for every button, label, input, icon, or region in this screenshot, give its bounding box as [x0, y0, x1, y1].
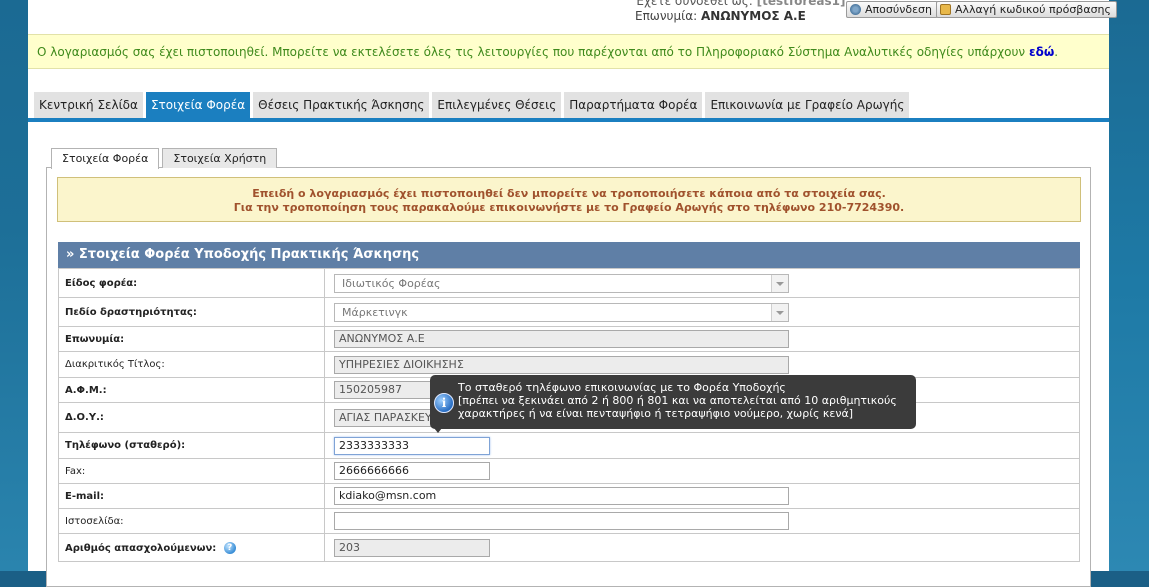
phone-field[interactable]: 2333333333 [334, 436, 490, 455]
background-right [1109, 0, 1149, 571]
notice-text: Ο λογαριασμός σας έχει πιστοποιηθεί. Μπο… [37, 45, 1026, 59]
sub-tabs: Στοιχεία Φορέα Στοιχεία Χρήστη [51, 148, 278, 169]
form-row-fax: Fax: 2666666666 [58, 458, 1080, 484]
change-password-button[interactable]: Αλλαγή κωδικού πρόσβασης [936, 1, 1117, 18]
form-row-title: Διακριτικός Τίτλος: ΥΠΗΡΕΣΙΕΣ ΔΙΟΙΚΗΣΗΣ [58, 351, 1080, 378]
certification-notice: Ο λογαριασμός σας έχει πιστοποιηθεί. Μπο… [28, 34, 1109, 69]
key-icon [940, 4, 951, 15]
warning-line-2: Για την τροποποίηση τους παρακαλούμε επι… [233, 201, 905, 214]
change-password-label: Αλλαγή κωδικού πρόσβασης [955, 3, 1111, 16]
tooltip-line-1: Το σταθερό τηλέφωνο επικοινωνίας με το Φ… [458, 381, 786, 394]
notice-suffix: . [1054, 45, 1059, 59]
tab-internship-positions[interactable]: Θέσεις Πρακτικής Άσκησης [253, 92, 430, 118]
phone-tooltip: i Το σταθερό τηλέφωνο επικοινωνίας με το… [430, 375, 916, 433]
form-row-phone: Τηλέφωνο (σταθερό): 2333333333 [58, 432, 1080, 459]
tab-underline [28, 118, 1109, 122]
name-label: Επωνυμία: [58, 326, 325, 352]
phone-label: Τηλέφωνο (σταθερό): [58, 432, 325, 459]
form-row-employees: Αριθμός απασχολούμενων: ? 203 [58, 533, 1080, 562]
tab-organization-details[interactable]: Στοιχεία Φορέα [145, 92, 251, 118]
employees-field[interactable]: 203 [334, 538, 490, 557]
tab-helpdesk-contact[interactable]: Επικοινωνία με Γραφείο Αρωγής [705, 92, 910, 118]
chevron-down-icon [771, 274, 788, 292]
email-field[interactable]: kdiako@msn.com [334, 487, 789, 505]
info-icon: i [434, 393, 454, 413]
activity-field-value: Μάρκετινγκ [342, 305, 408, 319]
header: Έχετε συνδεθεί ως: [testforeas1] Επωνυμί… [28, 0, 1117, 30]
afm-label: Α.Φ.Μ.: [58, 377, 325, 403]
modification-warning: Επειδή ο λογαριασμός έχει πιστοποιηθεί δ… [57, 177, 1081, 222]
organization-type-value: Ιδιωτικός Φορέας [342, 276, 441, 290]
login-user: [testforeas1] [756, 0, 846, 8]
logout-button[interactable]: Αποσύνδεση [846, 1, 938, 18]
form-row-website: Ιστοσελίδα: [58, 508, 1080, 534]
distinctive-title-field[interactable]: ΥΠΗΡΕΣΙΕΣ ΔΙΟΙΚΗΣΗΣ [334, 355, 789, 374]
tab-branches[interactable]: Παραρτήματα Φορέα [564, 92, 703, 118]
tooltip-line-3: χαρακτήρες ή να είναι πενταψήφιο ή τετρα… [458, 407, 854, 420]
subtab-organization-details[interactable]: Στοιχεία Φορέα [51, 148, 160, 169]
logout-label: Αποσύνδεση [865, 3, 932, 16]
company-name-field[interactable]: ΑΝΩΝΥΜΟΣ Α.Ε [334, 330, 789, 348]
form-row-type: Είδος φορέα: Ιδιωτικός Φορέας [58, 268, 1080, 298]
doy-label: Δ.Ο.Υ.: [58, 402, 325, 433]
activity-field-select[interactable]: Μάρκετινγκ [334, 302, 789, 322]
section-title: » Στοιχεία Φορέα Υποδοχής Πρακτικής Άσκη… [58, 242, 1080, 268]
tooltip-line-2: [πρέπει να ξεκινάει από 2 ή 800 ή 801 κα… [458, 394, 897, 407]
page: Έχετε συνδεθεί ως: [testforeas1] Επωνυμί… [28, 0, 1117, 587]
tab-home[interactable]: Κεντρική Σελίδα [34, 92, 143, 118]
logout-icon [850, 4, 861, 15]
company-name-info: Επωνυμία: ΑΝΩΝΥΜΟΣ Α.Ε [635, 9, 806, 23]
fax-label: Fax: [58, 458, 325, 484]
main-tabs: Κεντρική Σελίδα Στοιχεία Φορέα Θέσεις Πρ… [34, 92, 910, 118]
tab-selected-positions[interactable]: Επιλεγμένες Θέσεις [432, 92, 562, 118]
tooltip-pointer [434, 428, 442, 433]
title-label: Διακριτικός Τίτλος: [58, 351, 325, 378]
login-prefix: Έχετε συνδεθεί ως: [635, 0, 753, 8]
employees-label: Αριθμός απασχολούμενων: [65, 542, 217, 554]
activity-label: Πεδίο δραστηριότητας: [58, 297, 325, 327]
login-info: Έχετε συνδεθεί ως: [testforeas1] [635, 0, 846, 8]
help-icon[interactable]: ? [223, 541, 236, 554]
email-label: E-mail: [58, 483, 325, 509]
company-name-value: ΑΝΩΝΥΜΟΣ Α.Ε [700, 9, 806, 23]
organization-type-select[interactable]: Ιδιωτικός Φορέας [334, 273, 789, 293]
chevron-down-icon [771, 303, 788, 321]
website-label: Ιστοσελίδα: [58, 508, 325, 534]
type-label: Είδος φορέα: [58, 268, 325, 298]
subtab-user-details[interactable]: Στοιχεία Χρήστη [162, 148, 278, 168]
company-name-prefix: Επωνυμία: [635, 9, 698, 23]
form-row-email: E-mail: kdiako@msn.com [58, 483, 1080, 509]
form-row-name: Επωνυμία: ΑΝΩΝΥΜΟΣ Α.Ε [58, 326, 1080, 352]
fax-field[interactable]: 2666666666 [334, 462, 490, 480]
background-left [0, 0, 28, 571]
form-row-activity: Πεδίο δραστηριότητας: Μάρκετινγκ [58, 297, 1080, 327]
website-field[interactable] [334, 512, 789, 530]
instructions-link[interactable]: εδώ [1029, 45, 1054, 59]
warning-line-1: Επειδή ο λογαριασμός έχει πιστοποιηθεί δ… [252, 187, 886, 200]
